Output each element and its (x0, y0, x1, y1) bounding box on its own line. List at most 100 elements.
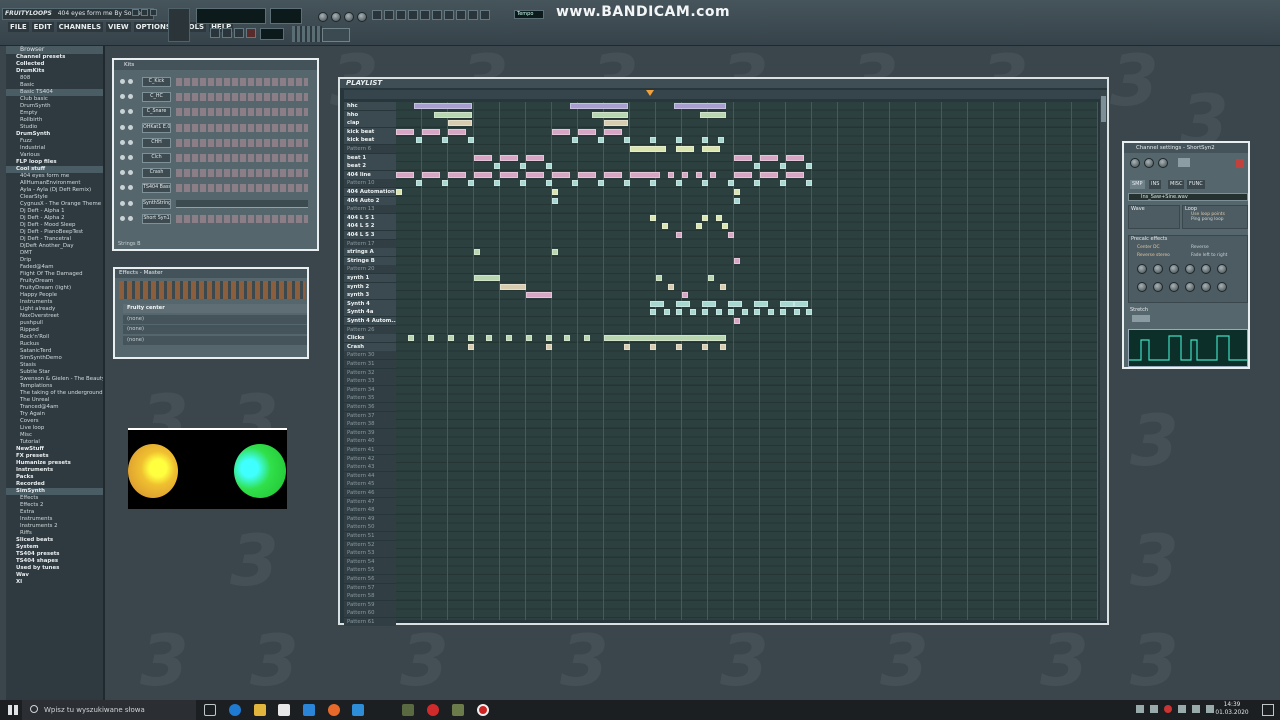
playlist-track-name[interactable]: Stringe B (344, 256, 396, 265)
playlist-clip[interactable] (624, 137, 630, 144)
playlist-clip[interactable] (448, 171, 466, 178)
playlist-clip[interactable] (448, 335, 454, 342)
channel-mute-icon[interactable] (120, 79, 125, 84)
tool-button-4[interactable] (408, 10, 418, 20)
playlist-clip[interactable] (650, 309, 656, 316)
network-icon[interactable] (1192, 705, 1200, 713)
playlist-clip[interactable] (604, 128, 622, 135)
playlist-clip[interactable] (526, 171, 544, 178)
browser-item[interactable]: AllHumanEnvironment (6, 180, 103, 187)
channel-name-button[interactable]: TS404 Bass (142, 183, 171, 194)
playlist-clip[interactable] (702, 214, 708, 221)
playlist-clip[interactable] (668, 171, 674, 178)
playlist-grid[interactable] (396, 102, 1098, 620)
channel-steps[interactable] (176, 108, 308, 117)
channel-mute-icon[interactable] (120, 109, 125, 115)
channel-steps[interactable] (176, 184, 308, 193)
browser-item[interactable]: Flight Of The Damaged (6, 271, 103, 278)
channel-solo-icon[interactable] (128, 185, 133, 191)
browser-item[interactable]: Riffs (6, 530, 103, 537)
taskbar-clock[interactable]: 14:39 01.03.2020 (1214, 701, 1250, 717)
playlist-clip[interactable] (552, 189, 558, 195)
playlist-track-name[interactable]: hho (344, 110, 396, 119)
playlist-clip[interactable] (442, 180, 448, 187)
browser-folder[interactable]: XI (6, 579, 103, 586)
playlist-track-name[interactable]: Pattern 37 (344, 411, 396, 420)
playlist-clip[interactable] (468, 343, 474, 350)
effect-slot[interactable]: Fruity center (123, 304, 307, 313)
bandicam-icon[interactable] (477, 704, 489, 716)
playlist-clip[interactable] (650, 180, 656, 187)
playlist-clip[interactable] (624, 180, 630, 187)
effect-knob[interactable] (1217, 264, 1227, 274)
channel-led-icon[interactable] (1236, 159, 1244, 168)
browser-item[interactable]: Instruments (6, 516, 103, 523)
playlist-clip[interactable] (720, 283, 726, 290)
playlist-clip[interactable] (754, 163, 760, 170)
playlist-clip[interactable] (656, 275, 662, 281)
browser-item[interactable]: Ruckus (6, 341, 103, 348)
effect-knob[interactable] (1137, 282, 1147, 292)
playlist-clip[interactable] (434, 111, 472, 118)
playlist-clip[interactable] (546, 343, 552, 350)
effect-slot[interactable]: (none) (123, 335, 307, 345)
channel-row[interactable]: C_HC (118, 92, 314, 103)
browser-item[interactable]: Club basic (6, 96, 103, 103)
playlist-track-name[interactable]: Pattern 61 (344, 618, 396, 626)
menu-channels[interactable]: CHANNELS (56, 22, 104, 32)
firefox-icon[interactable] (328, 704, 340, 716)
tool-button-6[interactable] (432, 10, 442, 20)
playlist-clip[interactable] (760, 154, 778, 161)
playlist-clip[interactable] (572, 137, 578, 144)
playhead-marker[interactable] (646, 90, 654, 96)
playlist-clip[interactable] (604, 335, 726, 342)
mixer-faders[interactable] (119, 281, 305, 299)
playlist-clip[interactable] (734, 171, 752, 178)
playlist-track-name[interactable]: Pattern 43 (344, 463, 396, 472)
browser-item[interactable]: The taking of the underground (6, 390, 103, 397)
browser-item[interactable]: Effects 2 (6, 502, 103, 509)
playlist-clip[interactable] (422, 171, 440, 178)
browser-item[interactable]: Try Again (6, 411, 103, 418)
loop-option-2[interactable]: Ping pong loop (1183, 217, 1247, 222)
browser-item[interactable]: ClearStyle (6, 194, 103, 201)
playlist-track-name[interactable]: Pattern 45 (344, 480, 396, 489)
channel-row[interactable]: C_Kick (118, 77, 314, 88)
playlist-clip[interactable] (552, 249, 558, 256)
playlist-clip[interactable] (794, 309, 800, 316)
browser-item[interactable]: Tranced@4am (6, 404, 103, 411)
channel-steps[interactable] (176, 123, 308, 132)
playlist-track-name[interactable]: Pattern 17 (344, 239, 396, 248)
timeline-ruler[interactable] (396, 90, 1101, 99)
channel-name-button[interactable]: OHKat1 E.01 (142, 122, 171, 133)
volume-knob[interactable] (1144, 158, 1154, 168)
playlist-clip[interactable] (520, 163, 526, 170)
playlist-clip[interactable] (486, 335, 492, 342)
channel-solo-icon[interactable] (128, 109, 133, 115)
browser-folder[interactable]: DrumSynth (6, 131, 103, 138)
channel-solo-icon[interactable] (128, 170, 133, 176)
tray-icon[interactable] (1164, 705, 1172, 713)
playlist-clip[interactable] (668, 283, 674, 290)
browser-item[interactable]: Rollbirth (6, 117, 103, 124)
playlist-track-name[interactable]: Pattern 58 (344, 592, 396, 601)
playlist-track-name[interactable]: Pattern 55 (344, 566, 396, 575)
pan-knob[interactable] (1130, 158, 1140, 168)
browser-item[interactable]: Templations (6, 383, 103, 390)
browser-folder[interactable]: TS404 presets (6, 551, 103, 558)
playlist-clip[interactable] (448, 128, 466, 135)
browser-item[interactable]: Instruments (6, 299, 103, 306)
playlist-clip[interactable] (716, 214, 722, 221)
stop-icon[interactable] (222, 28, 232, 38)
browser-item[interactable]: Subtle Star (6, 369, 103, 376)
browser-item[interactable]: Extra (6, 509, 103, 516)
playlist-track-name[interactable]: kick beat (344, 127, 396, 136)
playlist-clip[interactable] (702, 146, 720, 152)
browser-item[interactable]: pushpull (6, 320, 103, 327)
playlist-clip[interactable] (546, 335, 552, 342)
maximize-icon[interactable] (141, 9, 148, 16)
playlist-clip[interactable] (520, 180, 526, 187)
browser-item[interactable]: Dj Deft - Trancetral (6, 236, 103, 243)
playlist-track-name[interactable]: Synth 4 Autom... (344, 317, 396, 325)
browser-folder[interactable]: FX presets (6, 453, 103, 460)
